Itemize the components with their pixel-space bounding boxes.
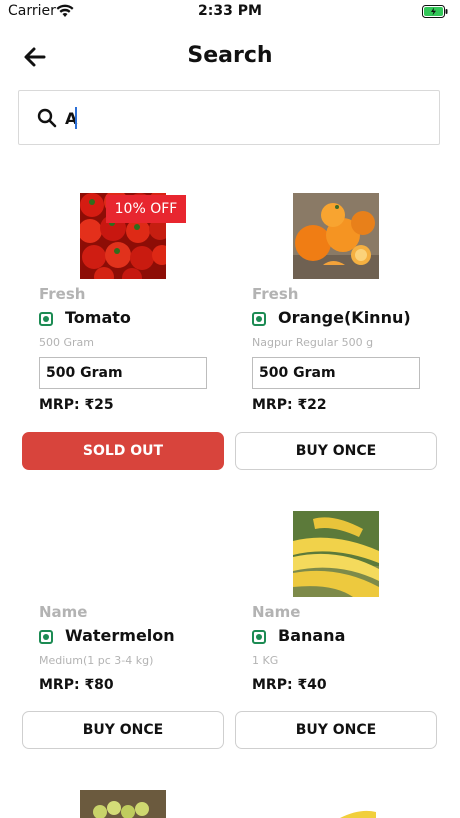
veg-indicator-icon bbox=[252, 312, 266, 326]
page-title: Search bbox=[187, 43, 273, 68]
banana-image bbox=[293, 511, 379, 597]
product-name: Orange(Kinnu) bbox=[278, 308, 411, 327]
veg-indicator-icon bbox=[39, 630, 53, 644]
sold-out-button[interactable]: SOLD OUT bbox=[22, 432, 224, 470]
product-name: Tomato bbox=[65, 308, 131, 327]
product-card-tomato[interactable]: 10% OFF Fresh Tomato 500 Gram 500 Gram M… bbox=[22, 193, 226, 498]
product-category: Fresh bbox=[252, 285, 299, 303]
product-name: Banana bbox=[278, 626, 346, 645]
search-bar[interactable] bbox=[18, 90, 440, 145]
discount-badge: 10% OFF bbox=[106, 195, 186, 223]
quantity-select-value: 500 Gram bbox=[46, 365, 123, 381]
search-input[interactable] bbox=[65, 105, 405, 131]
product-card-banana[interactable]: Name Banana 1 KG MRP: ₹40 BUY ONCE bbox=[235, 511, 439, 816]
status-time: 2:33 PM bbox=[198, 3, 262, 19]
quantity-select[interactable]: 500 Gram bbox=[39, 357, 207, 389]
search-icon bbox=[37, 108, 57, 128]
product-mrp: MRP: ₹22 bbox=[252, 397, 327, 413]
buy-once-button[interactable]: BUY ONCE bbox=[22, 711, 224, 749]
product-category: Fresh bbox=[39, 285, 86, 303]
product-mrp: MRP: ₹25 bbox=[39, 397, 114, 413]
fruit-image bbox=[340, 810, 376, 818]
product-mrp: MRP: ₹40 bbox=[252, 677, 327, 693]
quantity-select-value: 500 Gram bbox=[259, 365, 336, 381]
product-variant: Medium(1 pc 3-4 kg) bbox=[39, 654, 154, 667]
text-cursor bbox=[75, 107, 77, 129]
buy-once-button[interactable]: BUY ONCE bbox=[235, 432, 437, 470]
quantity-select[interactable]: 500 Gram bbox=[252, 357, 420, 389]
product-name: Watermelon bbox=[65, 626, 175, 645]
veg-indicator-icon bbox=[39, 312, 53, 326]
product-category: Name bbox=[252, 603, 301, 621]
product-variant: Nagpur Regular 500 g bbox=[252, 336, 374, 349]
product-card-orange[interactable]: Fresh Orange(Kinnu) Nagpur Regular 500 g… bbox=[235, 193, 439, 498]
orange-image bbox=[293, 193, 379, 279]
status-bar: Carrier 2:33 PM bbox=[0, 0, 460, 24]
product-category: Name bbox=[39, 603, 88, 621]
grapes-image bbox=[80, 790, 166, 818]
product-card-watermelon[interactable]: Name Watermelon Medium(1 pc 3-4 kg) MRP:… bbox=[22, 511, 226, 816]
product-variant: 1 KG bbox=[252, 654, 279, 667]
product-variant: 500 Gram bbox=[39, 336, 94, 349]
battery-icon bbox=[422, 5, 448, 18]
buy-once-button[interactable]: BUY ONCE bbox=[235, 711, 437, 749]
veg-indicator-icon bbox=[252, 630, 266, 644]
product-mrp: MRP: ₹80 bbox=[39, 677, 114, 693]
